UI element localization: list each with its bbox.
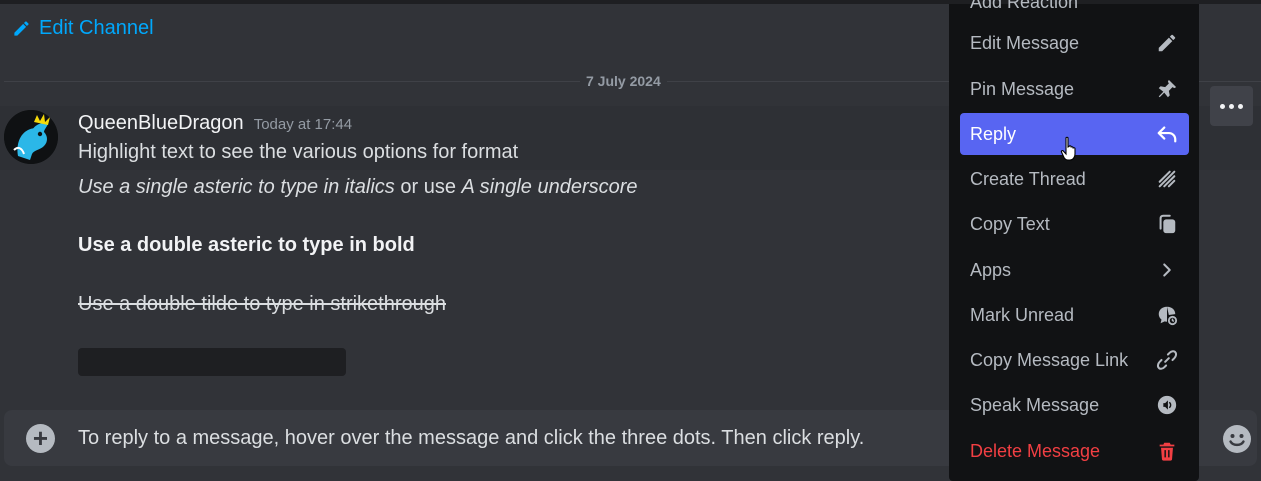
message-timestamp[interactable]: Today at 17:44 xyxy=(254,116,352,133)
strikethrough-text: Use a double tilde to type in strikethro… xyxy=(78,293,446,315)
hand-cursor-icon xyxy=(1060,136,1076,161)
date-divider-label: 7 July 2024 xyxy=(580,72,667,90)
menu-item-mark-unread[interactable]: Mark Unread xyxy=(960,294,1189,336)
italic-text: A single underscore xyxy=(461,176,638,198)
thread-icon xyxy=(1155,167,1179,191)
message-line: Highlight text to see the various option… xyxy=(78,141,519,163)
menu-item-create-thread[interactable]: Create Thread xyxy=(960,158,1189,200)
menu-item-label: Delete Message xyxy=(970,440,1101,461)
composer-input[interactable]: To reply to a message, hover over the me… xyxy=(78,425,864,451)
menu-item-label: Mark Unread xyxy=(970,304,1075,325)
username[interactable]: QueenBlueDragon xyxy=(78,110,244,136)
date-divider-line-right xyxy=(1199,81,1261,82)
spoiler-block[interactable] xyxy=(78,348,346,376)
pencil-icon xyxy=(14,20,29,36)
trash-icon xyxy=(1155,439,1179,463)
pin-icon xyxy=(1155,77,1179,101)
menu-item-label: Speak Message xyxy=(970,394,1100,415)
message-context-menu: Add Reaction Edit Message Pin Message Re… xyxy=(949,0,1199,481)
menu-item-label: Pin Message xyxy=(970,78,1075,99)
menu-item-delete-message[interactable]: Delete Message xyxy=(960,430,1189,472)
menu-item-label: Copy Text xyxy=(970,213,1050,234)
message-line-italics: Use a single asteric to type in italics … xyxy=(78,174,638,200)
menu-item-label: Copy Message Link xyxy=(970,349,1129,370)
avatar[interactable] xyxy=(4,110,58,164)
edit-channel-label: Edit Channel xyxy=(39,16,154,39)
dragon-avatar-icon xyxy=(4,110,58,164)
menu-item-label: Reply xyxy=(970,123,1017,144)
menu-item-speak-message[interactable]: Speak Message xyxy=(960,384,1189,426)
more-options-button[interactable] xyxy=(1210,86,1253,126)
link-icon xyxy=(1155,348,1179,372)
message-header: QueenBlueDragon Today at 17:44 xyxy=(78,110,352,136)
menu-item-copy-message-link[interactable]: Copy Message Link xyxy=(960,339,1189,381)
menu-item-edit-message[interactable]: Edit Message xyxy=(960,22,1189,64)
reply-arrow-icon xyxy=(1155,122,1179,146)
dot-icon xyxy=(1238,103,1243,109)
menu-item-label: Edit Message xyxy=(970,32,1080,53)
date-divider-line xyxy=(4,81,949,82)
italic-text: Use a single asteric to type in italics xyxy=(78,176,395,198)
dot-icon xyxy=(1229,103,1234,109)
mark-unread-icon xyxy=(1155,303,1179,327)
menu-item-copy-text[interactable]: Copy Text xyxy=(960,203,1189,245)
menu-item-pin-message[interactable]: Pin Message xyxy=(960,68,1189,110)
speak-icon xyxy=(1155,393,1179,417)
menu-item-label: Create Thread xyxy=(970,168,1086,189)
dot-icon xyxy=(1220,103,1225,109)
chevron-right-icon xyxy=(1155,258,1179,282)
menu-item-apps[interactable]: Apps xyxy=(960,249,1189,291)
edit-channel-link[interactable]: Edit Channel xyxy=(12,14,154,42)
pencil-icon xyxy=(1155,31,1179,55)
menu-item-add-reaction-partial[interactable]: Add Reaction xyxy=(970,0,1078,11)
plus-icon[interactable]: + xyxy=(26,424,55,453)
plain-text: or use xyxy=(394,176,462,198)
emoji-icon[interactable] xyxy=(1222,424,1252,454)
bold-text: Use a double asteric to type in bold xyxy=(78,234,415,256)
copy-icon xyxy=(1155,212,1179,236)
menu-item-label: Apps xyxy=(970,259,1012,280)
